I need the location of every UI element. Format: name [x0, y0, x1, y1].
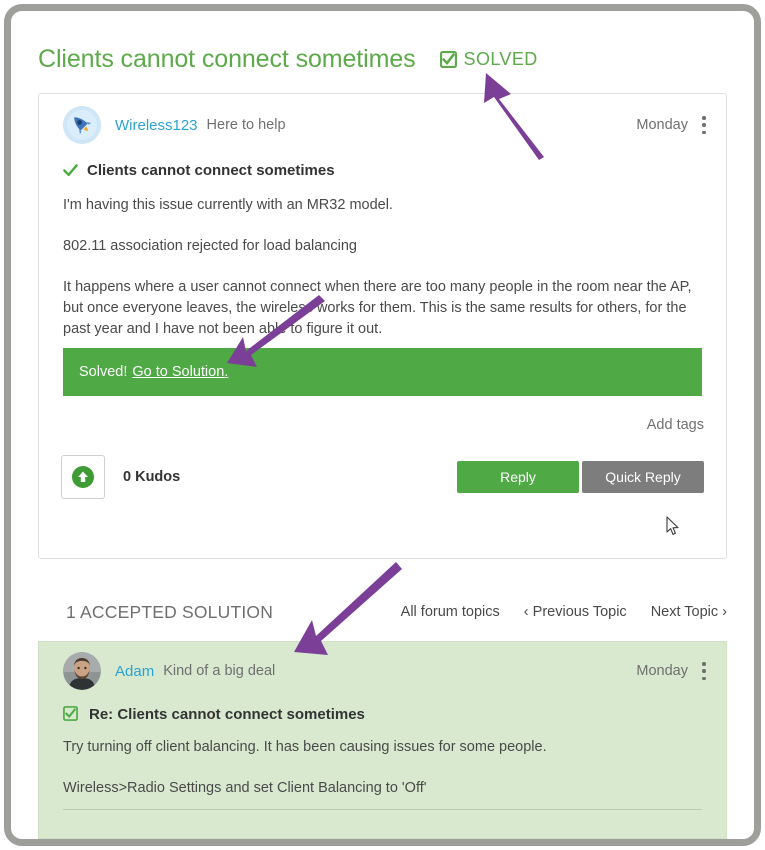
solved-banner-text: Solved! [79, 364, 128, 380]
topic-header: Clients cannot connect sometimes SOLVED [11, 35, 754, 83]
rocket-avatar-icon[interactable] [63, 106, 101, 144]
add-tags-link[interactable]: Add tags [39, 417, 726, 433]
green-check-icon [63, 163, 78, 178]
solution-paragraph: Try turning off client balancing. It has… [63, 739, 547, 755]
reply-button[interactable]: Reply [457, 461, 579, 493]
solution-body: Try turning off client balancing. It has… [39, 737, 726, 799]
accepted-solution-card: Adam Kind of a big deal Monday Re: Clien… [38, 641, 727, 839]
chevron-right-icon: › [722, 604, 727, 620]
post-paragraph: I'm having this issue currently with an … [63, 197, 393, 213]
kebab-menu-icon[interactable] [702, 116, 712, 134]
page-title: Clients cannot connect sometimes [38, 44, 416, 73]
quick-reply-button[interactable]: Quick Reply [582, 461, 704, 493]
post-timestamp: Monday [636, 117, 688, 133]
solution-subject-text: Re: Clients cannot connect sometimes [89, 706, 365, 723]
post-header-right: Monday [636, 116, 712, 134]
accepted-solutions-heading: 1 ACCEPTED SOLUTION [66, 601, 274, 622]
solution-author-link[interactable]: Adam [115, 663, 154, 680]
kebab-menu-icon[interactable] [702, 662, 712, 680]
topic-navigation: All forum topics ‹ Previous Topic Next T… [401, 604, 727, 620]
forum-page: Clients cannot connect sometimes SOLVED [11, 11, 754, 839]
solution-header: Adam Kind of a big deal Monday [39, 642, 726, 700]
previous-topic-link[interactable]: ‹ Previous Topic [524, 604, 627, 620]
post-paragraph: 802.11 association rejected for load bal… [63, 238, 357, 254]
solution-subject: Re: Clients cannot connect sometimes [39, 706, 726, 723]
post-author-rank: Here to help [206, 117, 286, 133]
all-forum-topics-link[interactable]: All forum topics [401, 604, 500, 620]
accepted-solution-check-icon [63, 706, 80, 723]
solution-timestamp: Monday [636, 663, 688, 679]
status-badge: SOLVED [439, 48, 538, 70]
post-header: Wireless123 Here to help Monday [39, 94, 726, 156]
next-topic-label: Next Topic [650, 604, 719, 620]
status-badge-label: SOLVED [463, 48, 538, 69]
solution-author-rank: Kind of a big deal [163, 663, 276, 679]
solution-paragraph: Wireless>Radio Settings and set Client B… [63, 780, 427, 796]
solutions-nav-row: 1 ACCEPTED SOLUTION All forum topics ‹ P… [38, 589, 727, 635]
post-body: I'm having this issue currently with an … [39, 195, 726, 340]
checked-box-icon [439, 50, 457, 68]
kudos-up-arrow-icon[interactable] [61, 455, 105, 499]
browser-frame: Clients cannot connect sometimes SOLVED [4, 4, 761, 846]
solved-banner: Solved! Go to Solution. [63, 348, 702, 396]
post-actions: Reply Quick Reply [457, 461, 704, 493]
next-topic-link[interactable]: Next Topic › [651, 604, 727, 620]
user-photo-avatar[interactable] [63, 652, 101, 690]
chevron-left-icon: ‹ [523, 604, 529, 620]
kudos-count: 0 Kudos [123, 469, 181, 485]
post-footer: 0 Kudos Reply Quick Reply [39, 455, 726, 499]
previous-topic-label: Previous Topic [532, 604, 627, 620]
go-to-solution-link[interactable]: Go to Solution. [132, 364, 228, 380]
post-author-link[interactable]: Wireless123 [115, 117, 198, 134]
post-paragraph: It happens where a user cannot connect w… [63, 279, 692, 337]
frame-inner: Clients cannot connect sometimes SOLVED [11, 11, 754, 839]
solution-header-right: Monday [636, 662, 712, 680]
post-subject: Clients cannot connect sometimes [39, 162, 726, 179]
post-subject-text: Clients cannot connect sometimes [87, 162, 335, 179]
solution-divider [63, 809, 702, 810]
clipped-footer-text [63, 817, 702, 828]
main-post-card: Wireless123 Here to help Monday Clients … [38, 93, 727, 559]
